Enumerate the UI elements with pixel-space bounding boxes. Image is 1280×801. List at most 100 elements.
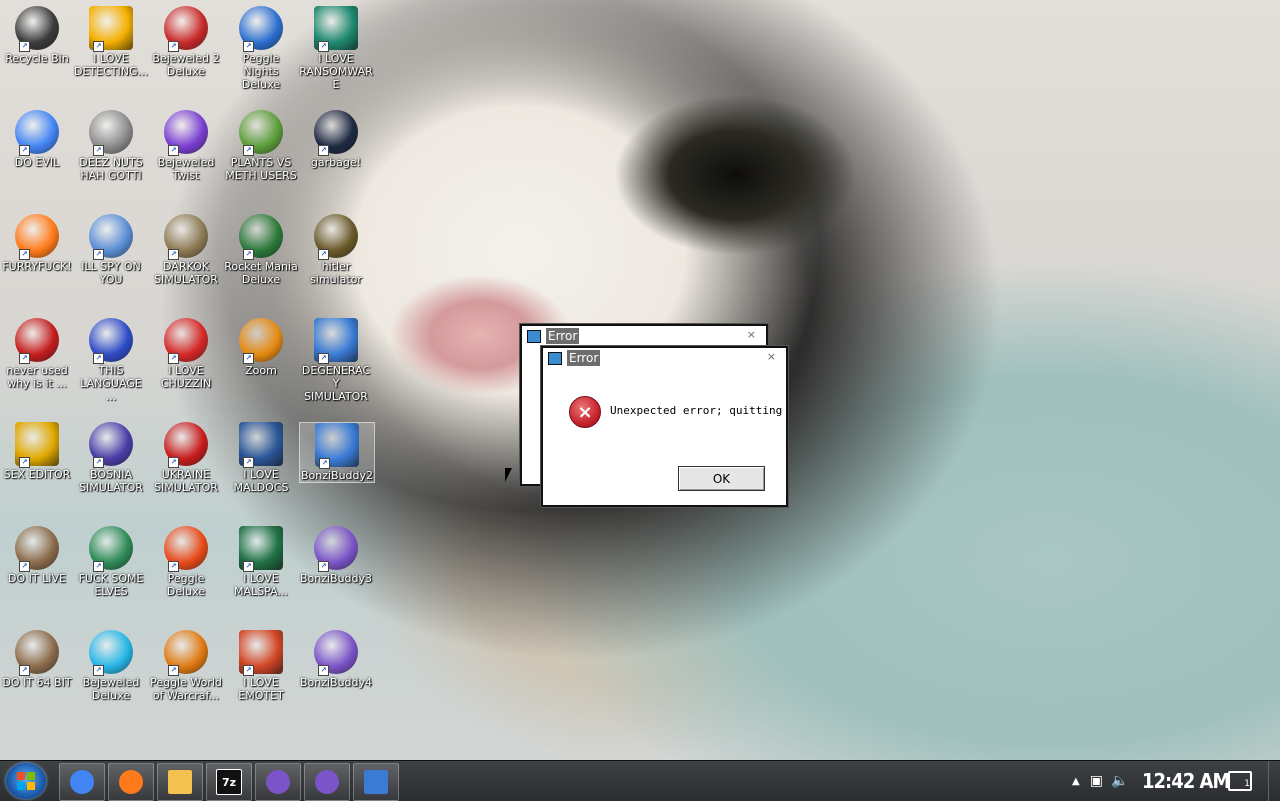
bonzi-taskbar-button-2[interactable] (304, 763, 350, 801)
desktop-icon[interactable]: ↗ I LOVE RANSOMWARE (299, 6, 373, 91)
desktop-icon[interactable]: ↗ garbage! (299, 110, 373, 169)
desktop-icon[interactable]: ↗ FUCK SOME ELVES (74, 526, 148, 598)
shortcut-arrow-icon: ↗ (93, 561, 104, 572)
action-center-icon[interactable]: 1 (1228, 771, 1252, 791)
desktop-icon[interactable]: ↗ never used why is it ... (0, 318, 74, 390)
desktop-icon[interactable]: ↗ I LOVE CHUZZIN (149, 318, 223, 390)
desktop-icon[interactable]: ↗ DO EVIL (0, 110, 74, 169)
7zip-icon: 7z (216, 769, 242, 795)
de-icon: ↗ (89, 6, 133, 52)
error-icon: × (569, 396, 601, 428)
bonzi-icon: ↗ (314, 526, 358, 572)
shortcut-arrow-icon: ↗ (168, 457, 179, 468)
dialog-title: Error (567, 350, 601, 366)
desktop-icon[interactable]: ↗ FURRYFUCK! (0, 214, 74, 273)
shortcut-arrow-icon: ↗ (19, 41, 30, 52)
word-icon: ↗ (239, 422, 283, 468)
desktop-icon[interactable]: ↗ THIS LANGUAGE ... (74, 318, 148, 403)
tray-expand-icon[interactable]: ▲ (1072, 776, 1080, 787)
dialog-titlebar[interactable]: Error × (522, 326, 766, 346)
desktop[interactable]: ↗ Recycle Bin ↗ I LOVE DETECTING... ↗ Bejewel… (0, 0, 1280, 760)
clock[interactable]: 12:42 AM (1142, 769, 1230, 793)
dialog-titlebar[interactable]: Error × (543, 348, 786, 368)
desktop-icon-label: SEX EDITOR (3, 468, 71, 481)
bonzi-taskbar-button-1[interactable] (255, 763, 301, 801)
desktop-icon-label: I LOVE MALDOCS (233, 468, 289, 494)
desktop-icon[interactable]: ↗ Recycle Bin (0, 6, 74, 65)
desktop-icon[interactable]: ↗ I LOVE MALSPA... (224, 526, 298, 598)
desktop-icon-label: DARKOK SIMULATOR (154, 260, 218, 286)
desktop-icon[interactable]: ↗ Bejeweled Deluxe (74, 630, 148, 702)
desktop-icon[interactable]: ↗ Bejeweled 2 Deluxe (149, 6, 223, 78)
shortcut-arrow-icon: ↗ (243, 561, 254, 572)
bonzi-icon: ↗ (314, 630, 358, 676)
program-taskbar-button[interactable] (353, 763, 399, 801)
money-bag-icon: ↗ (164, 214, 208, 260)
medal-icon: ↗ (314, 214, 358, 260)
desktop-icon[interactable]: ↗ hitler simulator (299, 214, 373, 286)
ok-button[interactable]: OK (678, 466, 765, 491)
desktop-icon[interactable]: ↗ I LOVE MALDOCS (224, 422, 298, 494)
desktop-icon[interactable]: ↗ Rocket Mania Deluxe (224, 214, 298, 286)
desktop-icon-label: Rocket Mania Deluxe (224, 260, 298, 286)
desktop-icon[interactable]: ↗ Zoom (224, 318, 298, 377)
desktop-icon-label: Recycle Bin (5, 52, 69, 65)
desktop-icon[interactable]: ↗ BOSNIA SIMULATOR (74, 422, 148, 494)
globe-santa-icon: ↗ (89, 526, 133, 572)
desktop-icon-label: never used why is it ... (6, 364, 68, 390)
desktop-icon-label: DEGENERACY SIMULATOR (301, 364, 371, 403)
desktop-icon[interactable]: ↗ I LOVE DETECTING... (74, 6, 148, 78)
firefox-icon: ↗ (15, 214, 59, 260)
bejeweled-twist-icon: ↗ (164, 110, 208, 156)
desktop-icon[interactable]: ↗ PLANTS VS METH USERS (224, 110, 298, 182)
7zip-taskbar-button[interactable]: 7z (206, 763, 252, 801)
desktop-icon[interactable]: ↗ Peggle Deluxe (149, 526, 223, 598)
desktop-icon[interactable]: ↗ I LOVE EMOTET (224, 630, 298, 702)
shortcut-arrow-icon: ↗ (19, 145, 30, 156)
desktop-icon-label: garbage! (310, 156, 362, 169)
firefox-taskbar-button[interactable] (108, 763, 154, 801)
windows-stack-icon: ↗ (89, 110, 133, 156)
desktop-icon[interactable]: ↗ Peggle World of Warcraf... (149, 630, 223, 702)
desktop-icon-label: DO IT LIVE (8, 572, 66, 585)
explorer-taskbar-button[interactable] (157, 763, 203, 801)
desktop-icon[interactable]: ↗ ILL SPY ON YOU (74, 214, 148, 286)
desktop-icon[interactable]: ↗ Peggle Nights Deluxe (224, 6, 298, 91)
desktop-icon-label: BonziBuddy4 (299, 676, 373, 689)
desktop-icon[interactable]: ↗ BonziBuddy4 (299, 630, 373, 689)
volume-icon[interactable]: 🔈 (1111, 773, 1128, 789)
desktop-icon-label: DEEZ NUTS HAH GOTTI (79, 156, 143, 182)
error-dialog[interactable]: Error × × Unexpected error; quitting OK (541, 346, 788, 507)
network-icon[interactable]: ▣ (1090, 773, 1103, 789)
shortcut-arrow-icon: ↗ (243, 665, 254, 676)
chrome-taskbar-button[interactable] (59, 763, 105, 801)
desktop-icon[interactable]: ↗ DEEZ NUTS HAH GOTTI (74, 110, 148, 182)
dialog-app-icon (527, 330, 541, 343)
desktop-icon[interactable]: ↗ Bejeweled Twist (149, 110, 223, 182)
chrome-icon: ↗ (15, 110, 59, 156)
desktop-icon[interactable]: ↗ UKRAINE SIMULATOR (149, 422, 223, 494)
peggle-wow-icon: ↗ (164, 630, 208, 676)
show-desktop-button[interactable] (1268, 761, 1280, 801)
desktop-icon[interactable]: ↗ DARKOK SIMULATOR (149, 214, 223, 286)
desktop-icon-label: BOSNIA SIMULATOR (79, 468, 143, 494)
program-icon: ↗ (314, 318, 358, 364)
peggle-icon: ↗ (164, 526, 208, 572)
desktop-icon[interactable]: ↗ SEX EDITOR (0, 422, 74, 481)
close-icon[interactable]: × (747, 328, 756, 341)
devcpp-icon: ↗ (15, 318, 59, 364)
desktop-icon[interactable]: ↗ BonziBuddy3 (299, 526, 373, 585)
desktop-icon-label: DO EVIL (14, 156, 60, 169)
shortcut-arrow-icon: ↗ (319, 458, 330, 469)
desktop-icon-label: hitler simulator (310, 260, 362, 286)
desktop-icon[interactable]: ↗ DO IT 64 BIT (0, 630, 74, 689)
desktop-icon[interactable]: ↗ DEGENERACY SIMULATOR (299, 318, 373, 403)
shortcut-arrow-icon: ↗ (243, 353, 254, 364)
bonzi-icon (315, 770, 339, 794)
shortcut-arrow-icon: ↗ (318, 145, 329, 156)
start-button[interactable] (6, 763, 46, 799)
desktop-icon[interactable]: ↗ DO IT LIVE (0, 526, 74, 585)
desktop-icon[interactable]: ↗ BonziBuddy2 (299, 422, 375, 483)
close-icon[interactable]: × (767, 350, 776, 363)
desktop-icon-label: I LOVE CHUZZIN (160, 364, 212, 390)
